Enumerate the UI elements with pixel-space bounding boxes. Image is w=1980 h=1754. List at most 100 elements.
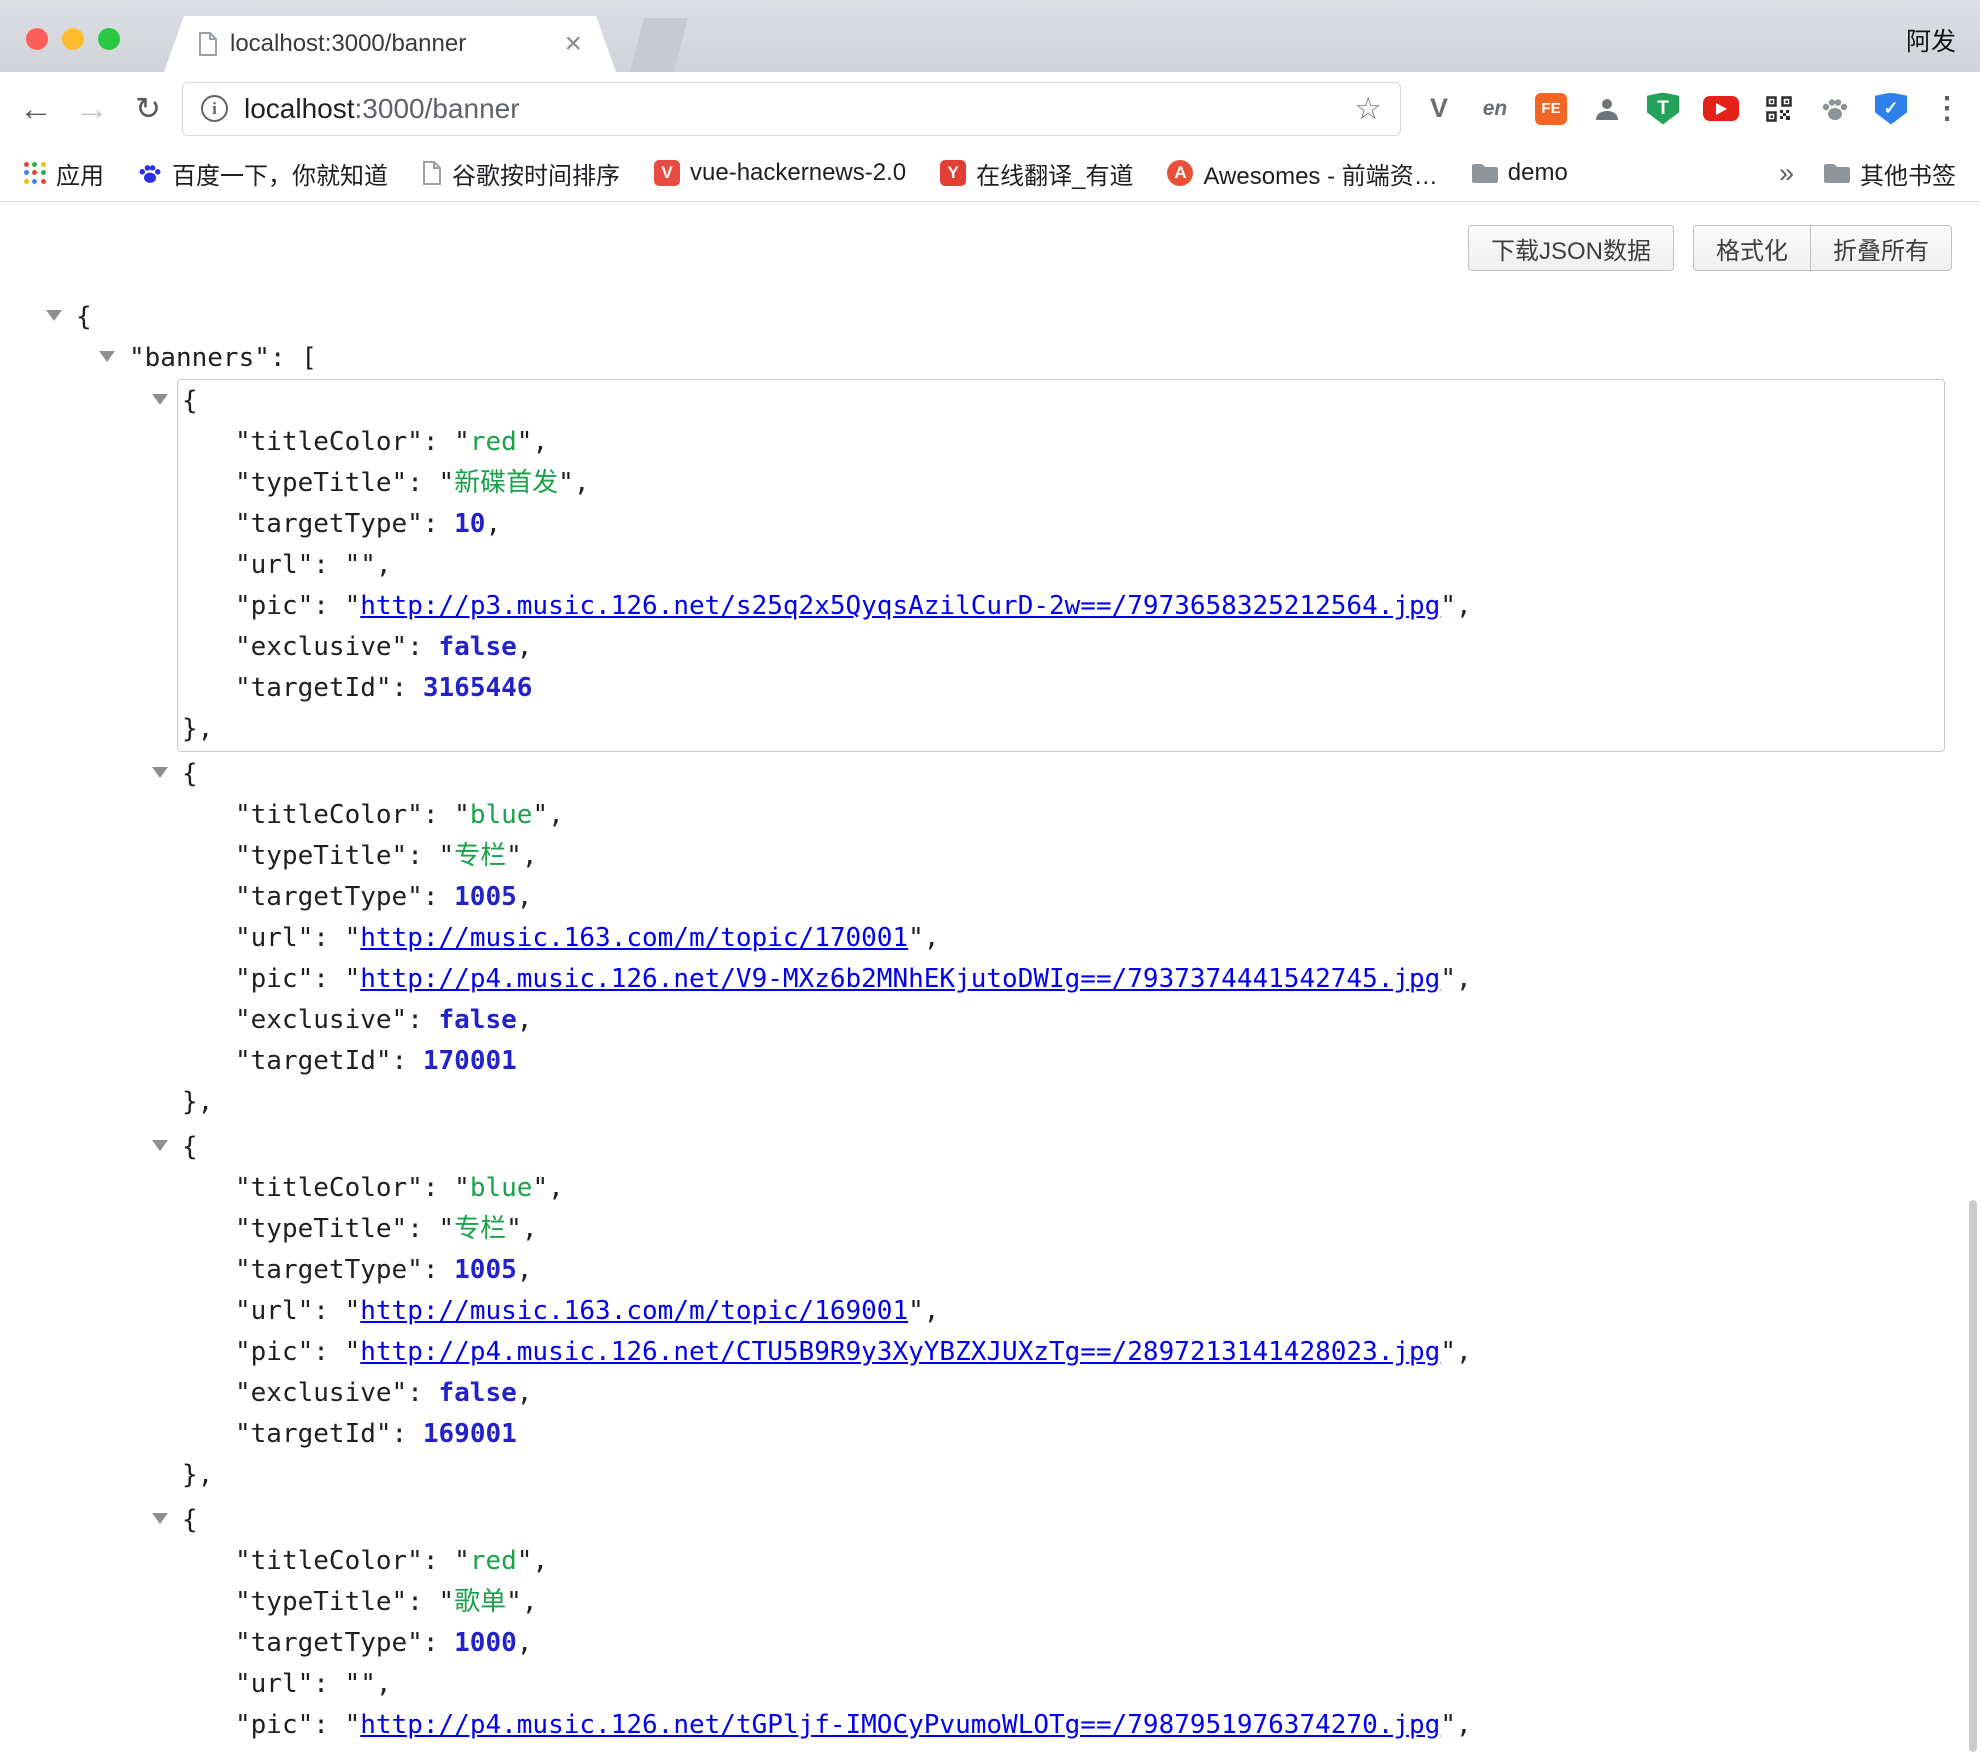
format-button[interactable]: 格式化 (1693, 225, 1811, 271)
json-line: "exclusive": false, (178, 627, 1944, 668)
json-line: { (0, 297, 1980, 338)
shield-t-extension-icon[interactable]: T (1647, 93, 1679, 125)
json-punctuation: " (345, 550, 361, 580)
json-punctuation: , (532, 1546, 548, 1576)
collapse-caret-icon[interactable] (99, 351, 115, 362)
tab-close-icon[interactable]: × (564, 29, 582, 59)
scrollbar-thumb[interactable] (1969, 1200, 1977, 1752)
page-info-icon[interactable]: i (201, 95, 228, 122)
profile-extension-icon[interactable] (1591, 93, 1623, 125)
json-string: 歌单 (454, 1587, 506, 1617)
extension-icons: V en FE T ✓ ⋮ (1423, 93, 1963, 125)
fe-extension-icon[interactable]: FE (1535, 93, 1567, 125)
folder-icon (1824, 163, 1850, 183)
json-punctuation: : (407, 1378, 438, 1408)
vimium-extension-icon[interactable]: V (1423, 93, 1455, 125)
translate-extension-icon[interactable]: en (1479, 93, 1511, 125)
json-punctuation: " (908, 1296, 924, 1326)
paw-extension-icon[interactable] (1819, 93, 1851, 125)
zoom-window-button[interactable] (98, 28, 120, 50)
bookmark-item-apps[interactable]: 应用 (24, 156, 104, 191)
json-punctuation: , (532, 427, 548, 457)
bookmark-item-vue-hackernews[interactable]: V vue-hackernews-2.0 (654, 159, 906, 187)
json-link[interactable]: http://p4.music.126.net/V9-MXz6b2MNhEKju… (360, 964, 1440, 994)
json-punctuation: : (407, 1005, 438, 1035)
json-link[interactable]: http://p4.music.126.net/tGPljf-IMOCyPvum… (360, 1710, 1440, 1740)
json-punctuation: " (506, 1214, 522, 1244)
collapse-caret-icon[interactable] (152, 1513, 168, 1524)
url-bar[interactable]: i localhost:3000/banner ☆ (182, 82, 1401, 136)
json-punctuation: " (517, 1546, 533, 1576)
back-button[interactable]: ← (14, 92, 58, 126)
json-key: "url" (235, 1669, 313, 1699)
page-icon (422, 161, 442, 185)
json-punctuation: }, (182, 1087, 213, 1117)
youtube-extension-icon[interactable] (1703, 96, 1739, 121)
other-bookmarks[interactable]: 其他书签 (1824, 156, 1956, 191)
json-punctuation: : (270, 343, 301, 373)
json-punctuation: { (76, 302, 92, 332)
url-path: :3000/banner (355, 93, 520, 124)
bookmark-item-awesomes[interactable]: A Awesomes - 前端资… (1167, 156, 1437, 191)
bookmarks-bar: 应用 百度一下，你就知道 谷歌按时间排序 V vue-hackernews-2.… (0, 145, 1980, 202)
browser-titlebar: localhost:3000/banner × 阿发 (0, 0, 1980, 72)
json-key: "url" (235, 550, 313, 580)
bookmark-item-youdao[interactable]: Y 在线翻译_有道 (940, 156, 1133, 191)
tab-title: localhost:3000/banner (230, 30, 564, 58)
download-json-button[interactable]: 下载JSON数据 (1468, 225, 1674, 271)
json-link[interactable]: http://music.163.com/m/topic/170001 (360, 923, 908, 953)
reload-button[interactable]: ↻ (126, 93, 170, 124)
browser-tab[interactable]: localhost:3000/banner × (164, 16, 616, 72)
json-link[interactable]: http://music.163.com/m/topic/169001 (360, 1296, 908, 1326)
json-punctuation: , (517, 882, 533, 912)
close-window-button[interactable] (26, 28, 48, 50)
bookmark-star-icon[interactable]: ☆ (1354, 93, 1382, 124)
collapse-caret-icon[interactable] (152, 767, 168, 778)
bookmark-item-baidu[interactable]: 百度一下，你就知道 (138, 156, 388, 191)
json-punctuation: : (392, 1419, 423, 1449)
collapse-caret-icon[interactable] (46, 310, 62, 321)
other-bookmarks-label: 其他书签 (1860, 156, 1956, 191)
json-key: "url" (235, 923, 313, 953)
bookmarks-overflow-chevron[interactable]: » (1779, 158, 1794, 189)
json-punctuation: : (313, 1296, 344, 1326)
json-number: 10 (454, 509, 485, 539)
json-punctuation: " (439, 1214, 455, 1244)
bookmark-label: vue-hackernews-2.0 (690, 159, 906, 187)
bookmark-item-demo[interactable]: demo (1472, 159, 1568, 187)
qrcode-extension-icon[interactable] (1763, 93, 1795, 125)
shield-check-extension-icon[interactable]: ✓ (1875, 93, 1907, 125)
json-punctuation: { (182, 1132, 198, 1162)
collapse-all-button[interactable]: 折叠所有 (1810, 225, 1952, 271)
json-line: { (178, 1500, 1944, 1541)
json-punctuation: { (182, 1505, 198, 1535)
json-line: "url": "", (178, 1664, 1944, 1705)
json-line: }, (178, 709, 1944, 750)
json-punctuation: , (548, 800, 564, 830)
baidu-paw-icon (138, 162, 162, 185)
json-punctuation: : (423, 509, 454, 539)
json-punctuation: " (532, 800, 548, 830)
json-line: "url": "", (178, 545, 1944, 586)
browser-menu-icon[interactable]: ⋮ (1931, 93, 1963, 125)
json-punctuation: " (454, 1546, 470, 1576)
collapse-caret-icon[interactable] (152, 394, 168, 405)
json-link[interactable]: http://p3.music.126.net/s25q2x5QyqsAzilC… (360, 591, 1440, 621)
json-punctuation: " (1440, 1337, 1456, 1367)
json-punctuation: , (548, 1173, 564, 1203)
json-line: "targetType": 1005, (178, 877, 1944, 918)
new-tab-button[interactable] (630, 18, 688, 72)
json-link[interactable]: http://p4.music.126.net/CTU5B9R9y3XyYBZX… (360, 1337, 1440, 1367)
json-punctuation: , (924, 1296, 940, 1326)
json-line: "targetType": 10, (178, 504, 1944, 545)
forward-button[interactable]: → (70, 92, 114, 126)
json-punctuation: : (423, 800, 454, 830)
json-punctuation: { (182, 386, 198, 416)
json-line: "banners": [ (0, 338, 1980, 379)
minimize-window-button[interactable] (62, 28, 84, 50)
json-key: "titleColor" (235, 1546, 423, 1576)
json-punctuation: , (522, 1214, 538, 1244)
bookmark-item-google-sort[interactable]: 谷歌按时间排序 (422, 156, 620, 191)
collapse-caret-icon[interactable] (152, 1140, 168, 1151)
folder-icon (1472, 163, 1498, 183)
